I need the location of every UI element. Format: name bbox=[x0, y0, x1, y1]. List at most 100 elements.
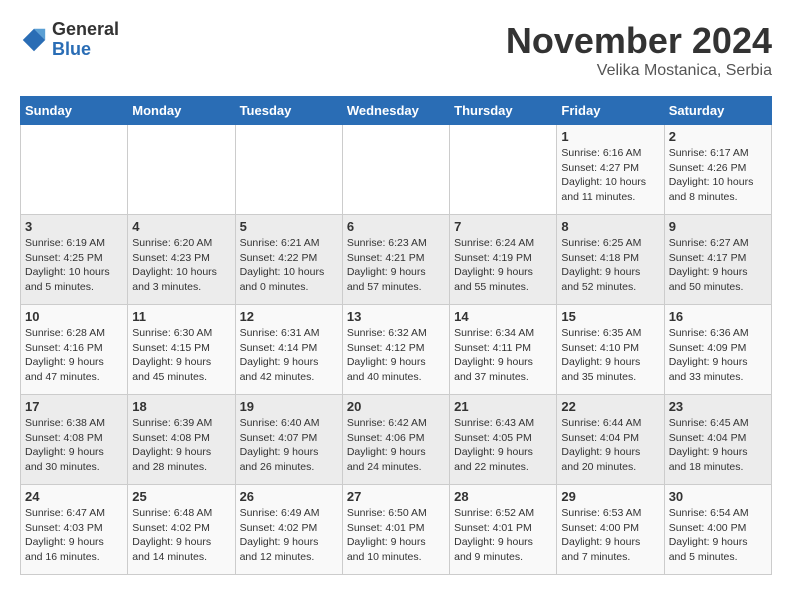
calendar-cell: 13 Sunrise: 6:32 AM Sunset: 4:12 PM Dayli… bbox=[342, 305, 449, 395]
weekday-header: Wednesday bbox=[342, 97, 449, 125]
day-number: 25 bbox=[132, 489, 230, 504]
calendar-cell: 1 Sunrise: 6:16 AM Sunset: 4:27 PM Daylig… bbox=[557, 125, 664, 215]
day-number: 3 bbox=[25, 219, 123, 234]
day-number: 21 bbox=[454, 399, 552, 414]
day-info: Sunrise: 6:17 AM Sunset: 4:26 PM Dayligh… bbox=[669, 146, 767, 205]
calendar-cell: 21 Sunrise: 6:43 AM Sunset: 4:05 PM Dayli… bbox=[450, 395, 557, 485]
calendar-cell: 22 Sunrise: 6:44 AM Sunset: 4:04 PM Dayli… bbox=[557, 395, 664, 485]
day-number: 26 bbox=[240, 489, 338, 504]
day-number: 18 bbox=[132, 399, 230, 414]
day-number: 15 bbox=[561, 309, 659, 324]
calendar-cell: 2 Sunrise: 6:17 AM Sunset: 4:26 PM Daylig… bbox=[664, 125, 771, 215]
calendar-cell: 25 Sunrise: 6:48 AM Sunset: 4:02 PM Dayli… bbox=[128, 485, 235, 575]
title-block: November 2024 Velika Mostanica, Serbia bbox=[506, 20, 772, 80]
calendar-cell bbox=[450, 125, 557, 215]
calendar-week-row: 24 Sunrise: 6:47 AM Sunset: 4:03 PM Dayli… bbox=[21, 485, 772, 575]
calendar-cell: 6 Sunrise: 6:23 AM Sunset: 4:21 PM Daylig… bbox=[342, 215, 449, 305]
day-info: Sunrise: 6:16 AM Sunset: 4:27 PM Dayligh… bbox=[561, 146, 659, 205]
weekday-header: Friday bbox=[557, 97, 664, 125]
calendar-table: SundayMondayTuesdayWednesdayThursdayFrid… bbox=[20, 96, 772, 575]
calendar-cell: 5 Sunrise: 6:21 AM Sunset: 4:22 PM Daylig… bbox=[235, 215, 342, 305]
day-number: 4 bbox=[132, 219, 230, 234]
day-info: Sunrise: 6:20 AM Sunset: 4:23 PM Dayligh… bbox=[132, 236, 230, 295]
calendar-cell: 9 Sunrise: 6:27 AM Sunset: 4:17 PM Daylig… bbox=[664, 215, 771, 305]
day-info: Sunrise: 6:49 AM Sunset: 4:02 PM Dayligh… bbox=[240, 506, 338, 565]
calendar-week-row: 1 Sunrise: 6:16 AM Sunset: 4:27 PM Daylig… bbox=[21, 125, 772, 215]
calendar-cell bbox=[342, 125, 449, 215]
calendar-cell: 4 Sunrise: 6:20 AM Sunset: 4:23 PM Daylig… bbox=[128, 215, 235, 305]
day-info: Sunrise: 6:35 AM Sunset: 4:10 PM Dayligh… bbox=[561, 326, 659, 385]
day-info: Sunrise: 6:48 AM Sunset: 4:02 PM Dayligh… bbox=[132, 506, 230, 565]
weekday-header-row: SundayMondayTuesdayWednesdayThursdayFrid… bbox=[21, 97, 772, 125]
day-info: Sunrise: 6:42 AM Sunset: 4:06 PM Dayligh… bbox=[347, 416, 445, 475]
day-info: Sunrise: 6:27 AM Sunset: 4:17 PM Dayligh… bbox=[669, 236, 767, 295]
calendar-cell: 12Sunrise: 6:31 AM Sunset: 4:14 PM Dayli… bbox=[235, 305, 342, 395]
calendar-cell: 16 Sunrise: 6:36 AM Sunset: 4:09 PM Dayli… bbox=[664, 305, 771, 395]
day-info: Sunrise: 6:38 AM Sunset: 4:08 PM Dayligh… bbox=[25, 416, 123, 475]
calendar-cell: 15 Sunrise: 6:35 AM Sunset: 4:10 PM Dayli… bbox=[557, 305, 664, 395]
calendar-cell bbox=[235, 125, 342, 215]
day-info: Sunrise: 6:44 AM Sunset: 4:04 PM Dayligh… bbox=[561, 416, 659, 475]
calendar-cell: 27 Sunrise: 6:50 AM Sunset: 4:01 PM Dayli… bbox=[342, 485, 449, 575]
day-number: 2 bbox=[669, 129, 767, 144]
location: Velika Mostanica, Serbia bbox=[506, 62, 772, 80]
day-info: Sunrise: 6:25 AM Sunset: 4:18 PM Dayligh… bbox=[561, 236, 659, 295]
day-info: Sunrise: 6:34 AM Sunset: 4:11 PM Dayligh… bbox=[454, 326, 552, 385]
day-info: Sunrise: 6:53 AM Sunset: 4:00 PM Dayligh… bbox=[561, 506, 659, 565]
day-number: 24 bbox=[25, 489, 123, 504]
day-number: 29 bbox=[561, 489, 659, 504]
day-number: 22 bbox=[561, 399, 659, 414]
calendar-cell: 7 Sunrise: 6:24 AM Sunset: 4:19 PM Daylig… bbox=[450, 215, 557, 305]
calendar-cell: 29 Sunrise: 6:53 AM Sunset: 4:00 PM Dayli… bbox=[557, 485, 664, 575]
day-number: 7 bbox=[454, 219, 552, 234]
day-info: Sunrise: 6:54 AM Sunset: 4:00 PM Dayligh… bbox=[669, 506, 767, 565]
day-number: 16 bbox=[669, 309, 767, 324]
day-info: Sunrise: 6:52 AM Sunset: 4:01 PM Dayligh… bbox=[454, 506, 552, 565]
day-number: 11 bbox=[132, 309, 230, 324]
weekday-header: Thursday bbox=[450, 97, 557, 125]
calendar-cell bbox=[21, 125, 128, 215]
calendar-cell: 24 Sunrise: 6:47 AM Sunset: 4:03 PM Dayli… bbox=[21, 485, 128, 575]
calendar-cell: 28Sunrise: 6:52 AM Sunset: 4:01 PM Dayli… bbox=[450, 485, 557, 575]
day-info: Sunrise: 6:50 AM Sunset: 4:01 PM Dayligh… bbox=[347, 506, 445, 565]
day-info: Sunrise: 6:39 AM Sunset: 4:08 PM Dayligh… bbox=[132, 416, 230, 475]
calendar-cell: 18 Sunrise: 6:39 AM Sunset: 4:08 PM Dayli… bbox=[128, 395, 235, 485]
day-number: 30 bbox=[669, 489, 767, 504]
day-number: 12 bbox=[240, 309, 338, 324]
calendar-cell: 30 Sunrise: 6:54 AM Sunset: 4:00 PM Dayli… bbox=[664, 485, 771, 575]
day-info: Sunrise: 6:23 AM Sunset: 4:21 PM Dayligh… bbox=[347, 236, 445, 295]
day-number: 6 bbox=[347, 219, 445, 234]
day-number: 19 bbox=[240, 399, 338, 414]
logo: General Blue bbox=[20, 20, 119, 60]
day-number: 20 bbox=[347, 399, 445, 414]
day-number: 1 bbox=[561, 129, 659, 144]
calendar-cell: 26 Sunrise: 6:49 AM Sunset: 4:02 PM Dayli… bbox=[235, 485, 342, 575]
calendar-cell: 14Sunrise: 6:34 AM Sunset: 4:11 PM Dayli… bbox=[450, 305, 557, 395]
day-info: Sunrise: 6:21 AM Sunset: 4:22 PM Dayligh… bbox=[240, 236, 338, 295]
calendar-cell: 23Sunrise: 6:45 AM Sunset: 4:04 PM Dayli… bbox=[664, 395, 771, 485]
calendar-week-row: 17 Sunrise: 6:38 AM Sunset: 4:08 PM Dayli… bbox=[21, 395, 772, 485]
calendar-cell: 11Sunrise: 6:30 AM Sunset: 4:15 PM Dayli… bbox=[128, 305, 235, 395]
day-info: Sunrise: 6:40 AM Sunset: 4:07 PM Dayligh… bbox=[240, 416, 338, 475]
day-info: Sunrise: 6:24 AM Sunset: 4:19 PM Dayligh… bbox=[454, 236, 552, 295]
day-info: Sunrise: 6:32 AM Sunset: 4:12 PM Dayligh… bbox=[347, 326, 445, 385]
day-info: Sunrise: 6:47 AM Sunset: 4:03 PM Dayligh… bbox=[25, 506, 123, 565]
calendar-cell bbox=[128, 125, 235, 215]
weekday-header: Saturday bbox=[664, 97, 771, 125]
day-number: 10 bbox=[25, 309, 123, 324]
page-header: General Blue November 2024 Velika Mostan… bbox=[20, 20, 772, 80]
day-number: 27 bbox=[347, 489, 445, 504]
day-info: Sunrise: 6:28 AM Sunset: 4:16 PM Dayligh… bbox=[25, 326, 123, 385]
logo-text: General Blue bbox=[52, 20, 119, 60]
calendar-week-row: 10 Sunrise: 6:28 AM Sunset: 4:16 PM Dayli… bbox=[21, 305, 772, 395]
day-info: Sunrise: 6:43 AM Sunset: 4:05 PM Dayligh… bbox=[454, 416, 552, 475]
day-number: 17 bbox=[25, 399, 123, 414]
day-number: 5 bbox=[240, 219, 338, 234]
day-number: 9 bbox=[669, 219, 767, 234]
day-number: 8 bbox=[561, 219, 659, 234]
calendar-cell: 3Sunrise: 6:19 AM Sunset: 4:25 PM Daylig… bbox=[21, 215, 128, 305]
day-info: Sunrise: 6:36 AM Sunset: 4:09 PM Dayligh… bbox=[669, 326, 767, 385]
logo-icon bbox=[20, 26, 48, 54]
weekday-header: Monday bbox=[128, 97, 235, 125]
day-number: 13 bbox=[347, 309, 445, 324]
